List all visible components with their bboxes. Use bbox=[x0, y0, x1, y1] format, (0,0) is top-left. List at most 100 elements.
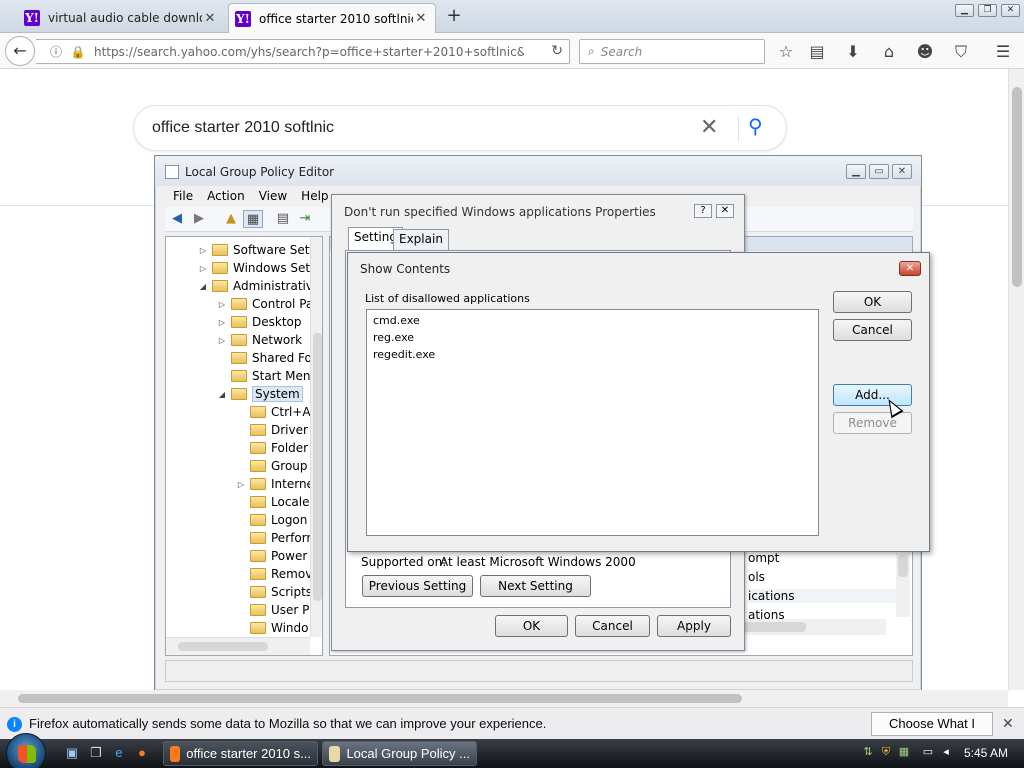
menu-file[interactable]: File bbox=[173, 186, 193, 206]
setting-row[interactable]: ols bbox=[748, 570, 765, 584]
tree-node[interactable]: Ctrl+A bbox=[236, 403, 311, 421]
next-setting-button[interactable]: Next Setting bbox=[480, 575, 591, 597]
setting-row[interactable]: ications bbox=[748, 589, 898, 603]
gpe-minimize-button[interactable]: ▁ bbox=[846, 164, 866, 179]
tree-node[interactable]: ◢ System bbox=[217, 385, 303, 403]
tree-node[interactable]: Driver I bbox=[236, 421, 315, 439]
remove-button[interactable]: Remove bbox=[833, 412, 912, 434]
scroll-thumb[interactable] bbox=[18, 694, 742, 703]
start-button[interactable] bbox=[6, 733, 46, 768]
tree-node[interactable]: ▷ Windows Sett bbox=[198, 259, 315, 277]
cancel-button[interactable]: Cancel bbox=[575, 615, 650, 637]
bookmark-star-icon[interactable]: ☆ bbox=[775, 41, 797, 63]
close-tab-icon[interactable]: ✕ bbox=[413, 11, 429, 26]
forward-arrow-icon[interactable]: ▶ bbox=[189, 210, 209, 228]
downloads-icon[interactable]: ⬇ bbox=[842, 41, 864, 63]
up-folder-icon[interactable]: ▲ bbox=[221, 210, 241, 228]
volume-icon[interactable]: ◂ bbox=[939, 745, 953, 759]
tree-scrollbar[interactable] bbox=[310, 237, 322, 637]
close-icon[interactable]: ✕ bbox=[1002, 715, 1014, 732]
cancel-button[interactable]: Cancel bbox=[833, 319, 912, 341]
ok-button[interactable]: OK bbox=[495, 615, 568, 637]
page-vertical-scrollbar[interactable] bbox=[1008, 69, 1024, 690]
menu-action[interactable]: Action bbox=[207, 186, 245, 206]
menu-help[interactable]: Help bbox=[301, 186, 328, 206]
security-shield-icon[interactable]: ⛨ bbox=[879, 745, 893, 759]
properties-icon[interactable]: ▤ bbox=[273, 210, 293, 228]
tree-node[interactable]: ▷ Interne bbox=[236, 475, 314, 493]
previous-setting-button[interactable]: Previous Setting bbox=[362, 575, 473, 597]
expand-arrow-icon[interactable]: ◢ bbox=[198, 282, 208, 291]
back-arrow-icon[interactable]: ◀ bbox=[167, 210, 187, 228]
scroll-thumb[interactable] bbox=[178, 642, 268, 651]
choose-what-i-share-button[interactable]: Choose What I Share bbox=[871, 712, 993, 753]
pocket-icon[interactable]: ⛉ bbox=[950, 41, 972, 63]
gpe-title-bar[interactable]: Local Group Policy Editor ▁ ▭ ✕ bbox=[155, 156, 921, 186]
yahoo-search-query[interactable]: office starter 2010 softlnic bbox=[152, 119, 334, 137]
url-bar[interactable]: ⓘ 🔒 https://search.yahoo.com/yhs/search?… bbox=[36, 39, 570, 64]
display-icon[interactable]: ▭ bbox=[921, 745, 935, 759]
internet-explorer-icon[interactable]: e bbox=[111, 745, 127, 761]
search-input[interactable]: ⌕ Search bbox=[579, 39, 765, 64]
list-item[interactable]: reg.exe bbox=[373, 331, 414, 344]
tree-node[interactable]: ▷ Desktop bbox=[217, 313, 302, 331]
show-contents-close-button[interactable]: ✕ bbox=[899, 261, 921, 276]
tree-node[interactable]: Start Menu bbox=[217, 367, 318, 385]
disallowed-apps-list[interactable]: cmd.exe reg.exe regedit.exe bbox=[366, 309, 819, 536]
yahoo-search-box[interactable]: office starter 2010 softlnic ✕ ⚲ bbox=[133, 105, 787, 151]
home-icon[interactable]: ⌂ bbox=[878, 41, 900, 63]
page-horizontal-scrollbar[interactable] bbox=[0, 690, 1008, 707]
tree-node[interactable]: Locale bbox=[236, 493, 309, 511]
tree-node[interactable]: Windo bbox=[236, 619, 309, 637]
expand-arrow-icon[interactable]: ▷ bbox=[217, 336, 227, 345]
export-list-icon[interactable]: ⇥ bbox=[295, 210, 315, 228]
tree-node[interactable]: Remov bbox=[236, 565, 312, 583]
close-tab-icon[interactable]: ✕ bbox=[202, 11, 218, 26]
tree-horizontal-scrollbar[interactable] bbox=[166, 637, 310, 655]
apply-button[interactable]: Apply bbox=[657, 615, 731, 637]
expand-arrow-icon[interactable]: ▷ bbox=[217, 318, 227, 327]
expand-arrow-icon[interactable]: ▷ bbox=[236, 480, 246, 489]
tree-node[interactable]: ▷ Software Setti bbox=[198, 241, 318, 259]
scroll-thumb[interactable] bbox=[1012, 87, 1022, 287]
tree-node[interactable]: User Pr bbox=[236, 601, 314, 619]
tree-node[interactable]: Perforr bbox=[236, 529, 311, 547]
close-window-button[interactable]: ✕ bbox=[1001, 4, 1020, 17]
switch-windows-icon[interactable]: ❐ bbox=[88, 745, 104, 761]
tab-office-starter[interactable]: Y! office starter 2010 softlnic -... ✕ bbox=[228, 3, 436, 33]
show-desktop-icon[interactable]: ▣ bbox=[64, 745, 80, 761]
tree-node[interactable]: ◢ Administrative bbox=[198, 277, 320, 295]
expand-arrow-icon[interactable]: ◢ bbox=[217, 390, 227, 399]
firefox-icon[interactable]: ● bbox=[134, 745, 150, 761]
tree-node[interactable]: ▷ Network bbox=[217, 331, 302, 349]
network-tray-icon[interactable]: ⇅ bbox=[861, 745, 875, 759]
expand-arrow-icon[interactable]: ▷ bbox=[217, 300, 227, 309]
settings-vertical-scrollbar[interactable] bbox=[896, 553, 910, 617]
system-clock[interactable]: 5:45 AM bbox=[964, 746, 1008, 760]
minimize-button[interactable]: ▁ bbox=[955, 4, 974, 17]
menu-view[interactable]: View bbox=[259, 186, 287, 206]
help-button[interactable]: ? bbox=[694, 204, 712, 218]
reload-icon[interactable]: ↻ bbox=[551, 43, 563, 59]
ok-button[interactable]: OK bbox=[833, 291, 912, 313]
chat-icon[interactable]: ☻ bbox=[914, 41, 936, 63]
scroll-thumb[interactable] bbox=[313, 333, 322, 601]
list-item[interactable]: cmd.exe bbox=[373, 314, 420, 327]
restore-button[interactable]: ❐ bbox=[978, 4, 997, 17]
tree-node[interactable]: Group bbox=[236, 457, 308, 475]
tab-explain[interactable]: Explain bbox=[393, 229, 449, 250]
tree-node[interactable]: Scripts bbox=[236, 583, 312, 601]
tab-virtual-audio-cable[interactable]: Y! virtual audio cable downlo... ✕ bbox=[18, 3, 224, 33]
show-hide-tree-icon[interactable]: ▦ bbox=[243, 210, 263, 228]
list-item[interactable]: regedit.exe bbox=[373, 348, 435, 361]
setting-row[interactable]: ompt bbox=[748, 551, 779, 565]
taskbar-group-policy[interactable]: Local Group Policy ... bbox=[322, 741, 477, 766]
tree-node[interactable]: Shared Fol bbox=[217, 349, 315, 367]
properties-close-button[interactable]: ✕ bbox=[716, 204, 734, 218]
tree-node[interactable]: Folder bbox=[236, 439, 308, 457]
new-tab-button[interactable]: + bbox=[444, 5, 464, 27]
tree-node[interactable]: Power bbox=[236, 547, 307, 565]
search-icon[interactable]: ⚲ bbox=[748, 114, 763, 138]
gpe-maximize-button[interactable]: ▭ bbox=[869, 164, 889, 179]
info-icon[interactable]: ⓘ bbox=[48, 43, 64, 60]
